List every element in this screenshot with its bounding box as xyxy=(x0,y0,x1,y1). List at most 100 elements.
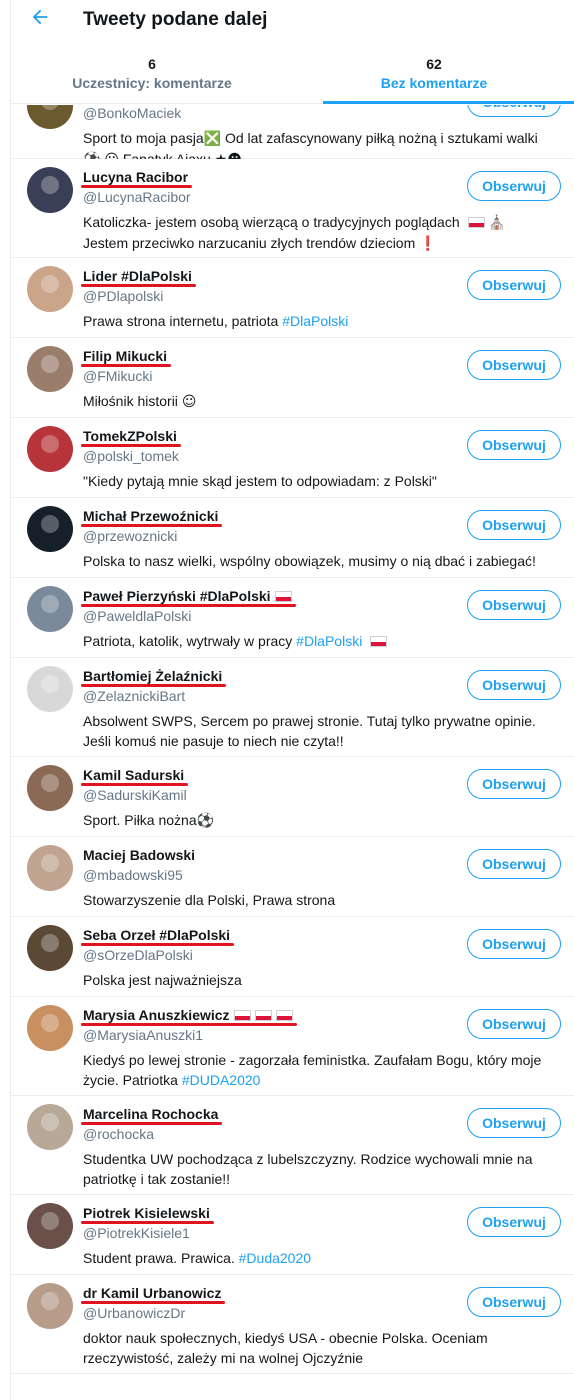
user-row[interactable]: TomekZPolski @polski_tomek "Kiedy pytają m… xyxy=(11,418,574,498)
user-bio: Absolwent SWPS, Sercem po prawej stronie… xyxy=(83,713,536,749)
page-title: Tweety podane dalej xyxy=(83,9,268,30)
user-row[interactable]: Filip Mikucki @FMikucki Miłośnik historii … xyxy=(11,338,574,418)
user-row[interactable]: Maciej Badowski @mbadowski95 Stowarzyszeni… xyxy=(11,837,574,917)
follow-button[interactable]: Obserwuj xyxy=(467,590,561,620)
avatar[interactable] xyxy=(27,586,73,632)
hashtag-link[interactable]: #DlaPolski xyxy=(296,633,362,649)
hashtag-link[interactable]: #DUDA2020 xyxy=(182,1072,261,1088)
red-underline-mark xyxy=(81,604,296,607)
hashtag-link[interactable]: #DlaPolski xyxy=(282,313,348,329)
follow-button[interactable]: Obserwuj xyxy=(467,1009,561,1039)
avatar[interactable] xyxy=(27,346,73,392)
poland-flag-icon xyxy=(254,1010,272,1021)
user-bio: doktor nauk społecznych, kiedyś USA - ob… xyxy=(83,1330,488,1366)
user-name[interactable]: Marysia Anuszkiewicz xyxy=(83,1007,293,1023)
red-underline-mark xyxy=(81,284,196,287)
user-name[interactable]: Filip Mikucki xyxy=(83,348,167,364)
avatar[interactable] xyxy=(27,925,73,971)
red-underline-mark xyxy=(81,943,234,946)
user-list-inner: Maciek Bonko@BonkoMaciekSport to moja pa… xyxy=(11,105,574,1374)
user-row[interactable]: Lider #DlaPolski @PDlapolski Prawa strona … xyxy=(11,258,574,338)
user-row[interactable]: Piotrek Kisielewski @PiotrekKisiele1 Stude… xyxy=(11,1195,574,1275)
user-row[interactable]: dr Kamil Urbanowicz @UrbanowiczDr doktor n… xyxy=(11,1275,574,1374)
follow-button[interactable]: Obserwuj xyxy=(467,929,561,959)
user-list: Maciek Bonko@BonkoMaciekSport to moja pa… xyxy=(11,105,574,1400)
tab-with-comments[interactable]: 6 Uczestnicy: komentarze xyxy=(11,50,293,103)
user-row[interactable]: Seba Orzeł #DlaPolski @sOrzeDlaPolski Pols… xyxy=(11,917,574,997)
avatar[interactable] xyxy=(27,105,73,129)
back-button[interactable] xyxy=(29,6,55,32)
user-row[interactable]: Marysia Anuszkiewicz @MarysiaAnuszki1 Kied… xyxy=(11,997,574,1096)
avatar[interactable] xyxy=(27,1104,73,1150)
retweets-panel: Tweety podane dalej 6 Uczestnicy: koment… xyxy=(10,0,574,1400)
follow-button[interactable]: Obserwuj xyxy=(467,1207,561,1237)
avatar[interactable] xyxy=(27,426,73,472)
avatar[interactable] xyxy=(27,1005,73,1051)
user-row[interactable]: Paweł Pierzyński #DlaPolski @PaweldlaPols… xyxy=(11,578,574,658)
avatar[interactable] xyxy=(27,167,73,213)
poland-flag-icon xyxy=(274,591,292,602)
user-handle: @przewoznicki xyxy=(83,528,178,544)
follow-button[interactable]: Obserwuj xyxy=(467,510,561,540)
user-row[interactable]: Michał Przewoźnicki @przewoznicki Polska t… xyxy=(11,498,574,578)
user-row[interactable]: Bartłomiej Żelaźnicki @ZelaznickiBart Abso… xyxy=(11,658,574,757)
user-bio: Katoliczka- jestem osobą wierzącą o trad… xyxy=(83,214,506,252)
red-underline-mark xyxy=(81,524,222,527)
follow-button[interactable]: Obserwuj xyxy=(467,350,561,380)
avatar[interactable] xyxy=(27,266,73,312)
hashtag-link[interactable]: #Duda2020 xyxy=(239,1250,311,1266)
follow-button[interactable]: Obserwuj xyxy=(467,1287,561,1317)
follow-button[interactable]: Obserwuj xyxy=(467,670,561,700)
follow-button[interactable]: Obserwuj xyxy=(467,769,561,799)
user-name[interactable]: dr Kamil Urbanowicz xyxy=(83,1285,221,1301)
emoji-icon: ❗ xyxy=(419,236,437,252)
red-underline-mark xyxy=(81,1301,225,1304)
user-name[interactable]: Maciej Badowski xyxy=(83,847,195,863)
user-row[interactable]: Marcelina Rochocka @rochocka Studentka UW … xyxy=(11,1096,574,1195)
user-row[interactable]: Lucyna Racibor @LucynaRacibor Katoliczka- … xyxy=(11,159,574,258)
red-underline-mark xyxy=(81,364,171,367)
user-handle: @PDlapolski xyxy=(83,288,164,304)
follow-button[interactable]: Obserwuj xyxy=(467,1108,561,1138)
avatar[interactable] xyxy=(27,845,73,891)
user-name[interactable]: Lider #DlaPolski xyxy=(83,268,192,284)
red-underline-mark xyxy=(81,684,226,687)
avatar[interactable] xyxy=(27,1283,73,1329)
user-bio: Studentka UW pochodząca z lubelszczyzny.… xyxy=(83,1151,533,1187)
user-name[interactable]: Paweł Pierzyński #DlaPolski xyxy=(83,588,292,604)
user-name[interactable]: Piotrek Kisielewski xyxy=(83,1205,210,1221)
user-bio: Miłośnik historii ☺ xyxy=(83,393,197,410)
user-name[interactable]: Lucyna Racibor xyxy=(83,169,188,185)
follow-button[interactable]: Obserwuj xyxy=(467,270,561,300)
tab-without-comments[interactable]: 62 Bez komentarze xyxy=(293,50,574,104)
user-name[interactable]: TomekZPolski xyxy=(83,428,177,444)
follow-button[interactable]: Obserwuj xyxy=(467,171,561,201)
avatar[interactable] xyxy=(27,506,73,552)
tab-count: 6 xyxy=(148,56,156,72)
user-bio: "Kiedy pytają mnie skąd jestem to odpowi… xyxy=(83,473,437,489)
follow-button[interactable]: Obserwuj xyxy=(467,849,561,879)
user-row[interactable]: Kamil Sadurski @SadurskiKamil Sport. Piłka… xyxy=(11,757,574,837)
red-underline-mark xyxy=(81,783,188,786)
user-handle: @LucynaRacibor xyxy=(83,189,191,205)
user-handle: @rochocka xyxy=(83,1126,155,1142)
user-bio: Polska to nasz wielki, wspólny obowiązek… xyxy=(83,553,536,569)
user-handle: @UrbanowiczDr xyxy=(83,1305,186,1321)
red-underline-mark xyxy=(81,444,181,447)
follow-button[interactable]: Obserwuj xyxy=(467,105,561,117)
avatar[interactable] xyxy=(27,1203,73,1249)
user-name[interactable]: Kamil Sadurski xyxy=(83,767,184,783)
user-name[interactable]: Bartłomiej Żelaźnicki xyxy=(83,668,222,684)
user-handle: @polski_tomek xyxy=(83,448,179,464)
poland-flag-icon xyxy=(467,217,485,228)
user-handle: @BonkoMaciek xyxy=(83,105,182,121)
user-name[interactable]: Marcelina Rochocka xyxy=(83,1106,218,1122)
avatar[interactable] xyxy=(27,666,73,712)
user-name[interactable]: Michał Przewoźnicki xyxy=(83,508,218,524)
user-row[interactable]: Maciek Bonko@BonkoMaciekSport to moja pa… xyxy=(11,105,574,168)
red-underline-mark xyxy=(81,1122,222,1125)
avatar[interactable] xyxy=(27,765,73,811)
follow-button[interactable]: Obserwuj xyxy=(467,430,561,460)
user-name[interactable]: Seba Orzeł #DlaPolski xyxy=(83,927,230,943)
user-handle: @FMikucki xyxy=(83,368,153,384)
